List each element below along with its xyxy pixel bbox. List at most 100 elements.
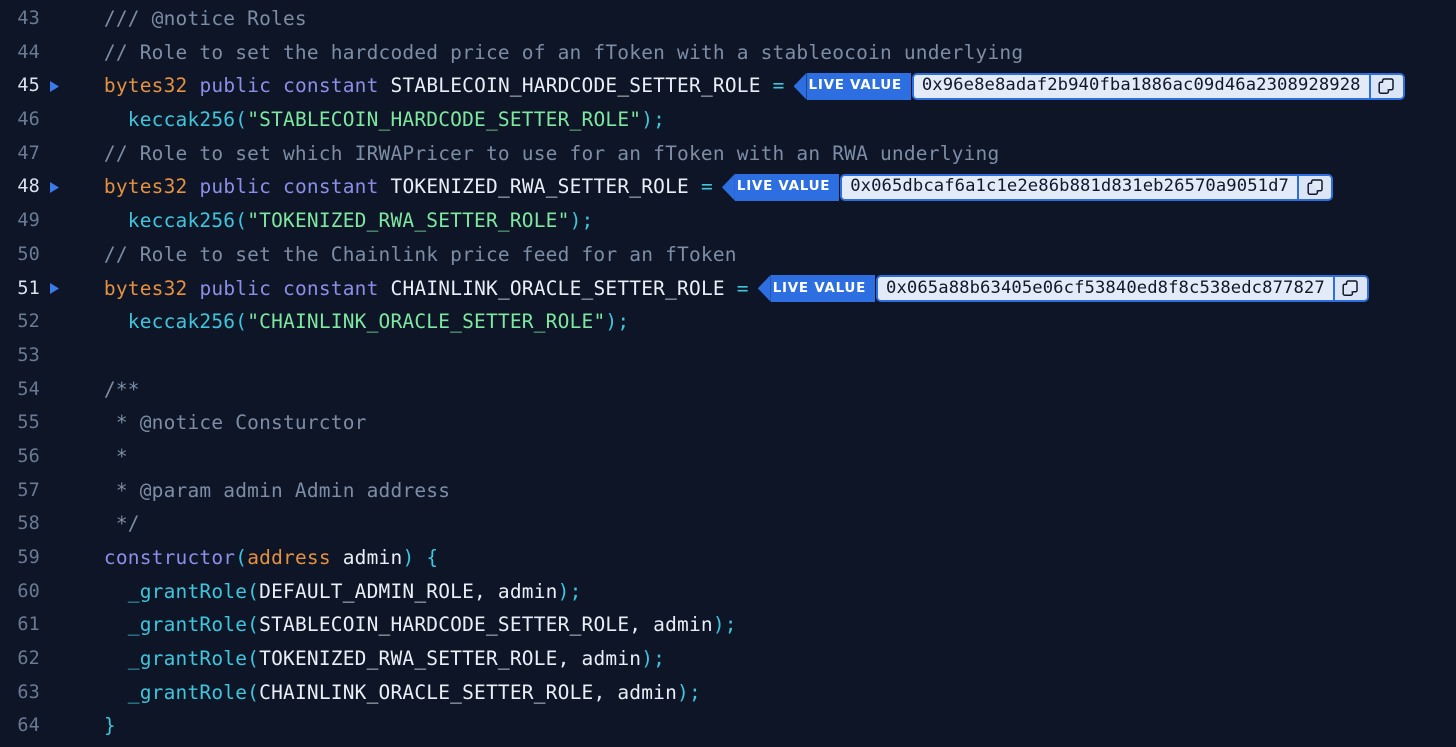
line-number: 45: [17, 75, 40, 97]
live-value-badge[interactable]: LIVE VALUE 0x065a88b63405e06cf53840ed8f8c…: [757, 274, 1369, 302]
token-id: admin: [342, 546, 403, 569]
token-op: =: [772, 74, 785, 98]
code-line[interactable]: 57 * @param admin Admin address: [0, 474, 1456, 508]
code-line[interactable]: 61 _grantRole(STABLECOIN_HARDCODE_SETTER…: [0, 608, 1456, 642]
copy-icon[interactable]: [1297, 175, 1331, 199]
token-id: STABLECOIN_HARDCODE_SETTER_ROLE: [390, 74, 761, 98]
live-value-label: LIVE VALUE: [806, 72, 911, 100]
token-id: CHAINLINK_ORACLE_SETTER_ROLE, admin: [259, 680, 678, 704]
code-line[interactable]: 53: [0, 339, 1456, 373]
code-line[interactable]: 47 // Role to set which IRWAPricer to us…: [0, 137, 1456, 171]
line-number: 51: [17, 277, 40, 299]
line-number: 54: [17, 378, 40, 400]
code-line[interactable]: 43 /// @notice Roles: [0, 2, 1456, 36]
token-fn: keccak256: [127, 209, 236, 233]
code-line[interactable]: 46 keccak256("STABLECOIN_HARDCODE_SETTER…: [0, 103, 1456, 137]
token-pn: );: [605, 310, 630, 334]
token-pn: );: [677, 680, 701, 704]
code-line[interactable]: 55 * @notice Consturctor: [0, 406, 1456, 440]
token-br: }: [103, 714, 116, 738]
code-content: }: [66, 709, 1456, 743]
line-number: 52: [17, 311, 40, 333]
live-value-body[interactable]: 0x065a88b63405e06cf53840ed8f8c538edc8778…: [876, 274, 1369, 302]
token-sp: [187, 272, 199, 306]
line-number: 49: [17, 210, 40, 232]
token-cm: // Role to set the Chainlink price feed …: [103, 242, 737, 266]
line-number: 56: [17, 445, 40, 467]
code-content: keccak256("STABLECOIN_HARDCODE_SETTER_RO…: [66, 103, 1456, 137]
code-line[interactable]: 59 constructor(address admin) {: [0, 541, 1456, 575]
code-line[interactable]: 58 */: [0, 507, 1456, 541]
live-value-text: 0x96e8e8adaf2b940fba1886ac09d46a23089289…: [913, 74, 1369, 98]
live-value-badge[interactable]: LIVE VALUE 0x065dbcaf6a1c1e2e86b881d831eb…: [721, 173, 1333, 201]
token-cm: * @param admin Admin address: [103, 478, 451, 502]
token-sp: [187, 69, 199, 103]
code-content: bytes32 public constant TOKENIZED_RWA_SE…: [66, 170, 1456, 204]
token-pn: (: [235, 310, 248, 334]
token-kw: constructor: [103, 546, 236, 569]
token-pn: );: [712, 613, 737, 637]
token-id: TOKENIZED_RWA_SETTER_ROLE, admin: [259, 647, 642, 671]
code-line[interactable]: 60 _grantRole(DEFAULT_ADMIN_ROLE, admin)…: [0, 575, 1456, 609]
badge-pointer-icon: [721, 173, 735, 201]
token-ty: bytes32: [103, 175, 188, 199]
line-number: 48: [17, 176, 40, 198]
line-number: 63: [17, 681, 40, 703]
code-line[interactable]: 56 *: [0, 440, 1456, 474]
code-line[interactable]: 64 }: [0, 709, 1456, 743]
token-cm: /**: [103, 377, 140, 401]
code-line[interactable]: 49 keccak256("TOKENIZED_RWA_SETTER_ROLE"…: [0, 204, 1456, 238]
token-kw: public constant: [199, 276, 379, 300]
play-triangle-icon[interactable]: [42, 80, 66, 93]
line-number: 43: [17, 8, 40, 29]
live-value-body[interactable]: 0x96e8e8adaf2b940fba1886ac09d46a23089289…: [911, 72, 1405, 100]
token-kw: public constant: [199, 74, 379, 98]
live-value-text: 0x065dbcaf6a1c1e2e86b881d831eb26570a9051…: [842, 175, 1297, 199]
line-number: 57: [17, 479, 40, 501]
code-line[interactable]: 45 bytes32 public constant STABLECOIN_HA…: [0, 69, 1456, 103]
code-line[interactable]: 62 _grantRole(TOKENIZED_RWA_SETTER_ROLE,…: [0, 642, 1456, 676]
token-pn: );: [641, 647, 666, 671]
token-ty: bytes32: [103, 74, 188, 98]
play-triangle-icon[interactable]: [42, 181, 66, 194]
line-number: 47: [17, 142, 40, 164]
code-line[interactable]: 50 // Role to set the Chainlink price fe…: [0, 238, 1456, 272]
copy-icon[interactable]: [1332, 276, 1367, 300]
token-pn: );: [557, 579, 582, 603]
code-editor[interactable]: 43 /// @notice Roles 44 // Role to set th…: [0, 0, 1456, 747]
live-value-badge[interactable]: LIVE VALUE 0x96e8e8adaf2b940fba1886ac09d4…: [793, 72, 1405, 100]
copy-icon[interactable]: [1368, 74, 1403, 98]
token-pn: (: [235, 108, 248, 132]
play-triangle-icon[interactable]: [42, 282, 66, 295]
token-pn: (: [247, 647, 260, 671]
token-cm: */: [103, 512, 140, 536]
token-str: "TOKENIZED_RWA_SETTER_ROLE": [247, 209, 570, 233]
code-line[interactable]: 54 /**: [0, 373, 1456, 407]
code-content: bytes32 public constant CHAINLINK_ORACLE…: [66, 272, 1456, 306]
code-content: * @param admin Admin address: [66, 474, 1456, 508]
token-id: TOKENIZED_RWA_SETTER_ROLE: [390, 175, 689, 199]
token-sp: [725, 272, 737, 306]
badge-pointer-icon: [757, 274, 771, 302]
code-line[interactable]: 44 // Role to set the hardcoded price of…: [0, 36, 1456, 70]
token-pn: (: [235, 546, 248, 569]
code-content: *: [66, 440, 1456, 474]
token-op: =: [700, 175, 713, 199]
live-value-body[interactable]: 0x065dbcaf6a1c1e2e86b881d831eb26570a9051…: [840, 173, 1333, 201]
code-line[interactable]: 52 keccak256("CHAINLINK_ORACLE_SETTER_RO…: [0, 305, 1456, 339]
code-line[interactable]: 48 bytes32 public constant TOKENIZED_RWA…: [0, 170, 1456, 204]
code-line[interactable]: 51 bytes32 public constant CHAINLINK_ORA…: [0, 272, 1456, 306]
token-cm: /// @notice Roles: [103, 7, 307, 30]
code-content: constructor(address admin) {: [66, 541, 1456, 575]
code-line[interactable]: 63 _grantRole(CHAINLINK_ORACLE_SETTER_RO…: [0, 676, 1456, 710]
code-content: * @notice Consturctor: [66, 406, 1456, 440]
